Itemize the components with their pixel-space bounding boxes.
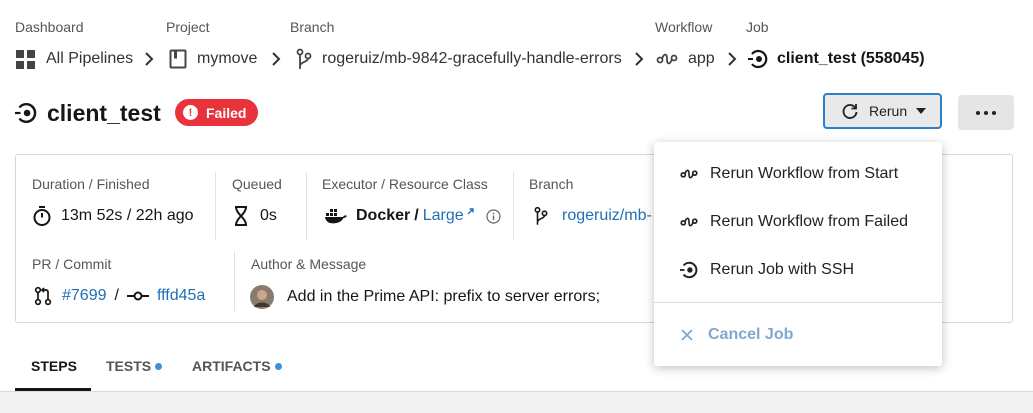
- page-title: client_test: [47, 99, 161, 126]
- job-icon: [748, 49, 768, 69]
- breadcrumb-job-label: client_test (558045): [777, 50, 925, 67]
- breadcrumb-branch[interactable]: rogeruiz/mb-9842-gracefully-handle-error…: [296, 46, 622, 72]
- author-message-value: Add in the Prime API: prefix to server e…: [250, 285, 600, 309]
- page-title-row: client_test: [15, 96, 161, 130]
- rerun-button-label: Rerun: [869, 103, 908, 119]
- info-icon[interactable]: [486, 208, 501, 224]
- tab-tests[interactable]: TESTS: [106, 358, 163, 374]
- workflow-icon: [680, 215, 698, 229]
- branch-icon: [296, 48, 312, 70]
- divider: [215, 172, 216, 240]
- breadcrumb-label-branch: Branch: [290, 19, 335, 35]
- commit-link[interactable]: fffd45a: [157, 287, 205, 305]
- project-icon: [169, 49, 187, 69]
- stopwatch-icon: [32, 205, 52, 227]
- branch-value: rogeruiz/mb-: [534, 205, 652, 227]
- avatar: [250, 285, 274, 309]
- hourglass-icon: [234, 206, 248, 226]
- workflow-icon: [656, 51, 678, 67]
- author-message-label: Author & Message: [251, 256, 367, 272]
- breadcrumb-all-pipelines-label: All Pipelines: [46, 50, 134, 67]
- job-icon: [680, 261, 698, 279]
- breadcrumb-workflow-label: app: [688, 50, 715, 67]
- chevron-right-icon: [633, 50, 645, 68]
- branch-icon: [534, 205, 548, 227]
- resource-class-link[interactable]: Large: [423, 207, 464, 225]
- tab-indicator-dot: [155, 362, 163, 370]
- executor-label: Executor / Resource Class: [322, 176, 488, 192]
- divider: [513, 172, 514, 240]
- breadcrumb-workflow[interactable]: app: [656, 46, 715, 72]
- menu-divider: [654, 302, 942, 303]
- menu-item-rerun-job-with-ssh[interactable]: Rerun Job with SSH: [680, 258, 854, 282]
- pr-commit-label: PR / Commit: [32, 256, 112, 272]
- status-badge-label: Failed: [206, 104, 247, 121]
- breadcrumb-label-dashboard: Dashboard: [15, 19, 84, 35]
- more-options-button[interactable]: [958, 95, 1014, 130]
- queued-label: Queued: [232, 176, 282, 192]
- breadcrumb-all-pipelines[interactable]: All Pipelines: [15, 46, 133, 72]
- docker-icon: [324, 207, 348, 225]
- branch-link[interactable]: rogeruiz/mb-: [562, 207, 652, 225]
- tab-steps[interactable]: STEPS: [31, 358, 77, 374]
- tab-indicator-dot: [274, 362, 282, 370]
- job-icon: [15, 102, 37, 124]
- menu-item-cancel-job[interactable]: Cancel Job: [680, 323, 793, 347]
- queued-value: 0s: [234, 205, 277, 227]
- menu-item-rerun-workflow-from-failed[interactable]: Rerun Workflow from Failed: [680, 210, 908, 234]
- breadcrumb-project[interactable]: mymove: [169, 46, 257, 72]
- dashboard-icon: [15, 49, 36, 70]
- divider: [306, 172, 307, 240]
- breadcrumb-project-label: mymove: [197, 50, 258, 67]
- chevron-right-icon: [143, 50, 155, 68]
- tab-artifacts[interactable]: ARTIFACTS: [192, 358, 282, 374]
- duration-value: 13m 52s / 22h ago: [32, 205, 194, 227]
- duration-label: Duration / Finished: [32, 176, 150, 192]
- breadcrumb-label-workflow: Workflow: [655, 19, 713, 35]
- pr-commit-value: #7699 / fffd45a: [34, 285, 205, 307]
- chevron-right-icon: [270, 50, 282, 68]
- commit-icon: [126, 290, 149, 302]
- menu-item-rerun-workflow-from-start[interactable]: Rerun Workflow from Start: [680, 162, 898, 186]
- executor-value: Docker / Large: [324, 205, 501, 227]
- breadcrumb-label-project: Project: [166, 19, 210, 35]
- rerun-button[interactable]: Rerun: [823, 93, 942, 129]
- content-area: [0, 391, 1033, 413]
- branch-label: Branch: [529, 176, 574, 192]
- status-badge: ! Failed: [175, 99, 259, 126]
- close-icon: [680, 328, 694, 342]
- pr-link[interactable]: #7699: [62, 287, 107, 305]
- pull-request-icon: [34, 286, 52, 306]
- caret-down-icon: [916, 108, 927, 114]
- refresh-icon: [841, 102, 859, 120]
- ellipsis-icon: [976, 110, 980, 115]
- commit-message: Add in the Prime API: prefix to server e…: [287, 288, 601, 305]
- chevron-right-icon: [726, 50, 738, 68]
- workflow-icon: [680, 167, 698, 181]
- external-link-icon: [467, 208, 474, 215]
- breadcrumb-branch-label: rogeruiz/mb-9842-gracefully-handle-error…: [322, 50, 622, 67]
- breadcrumb-label-job: Job: [746, 19, 769, 35]
- rerun-dropdown-menu: Rerun Workflow from Start Rerun Workflow…: [654, 142, 942, 366]
- divider: [234, 251, 235, 311]
- breadcrumb-job[interactable]: client_test (558045): [748, 46, 925, 72]
- alert-icon: !: [183, 105, 198, 120]
